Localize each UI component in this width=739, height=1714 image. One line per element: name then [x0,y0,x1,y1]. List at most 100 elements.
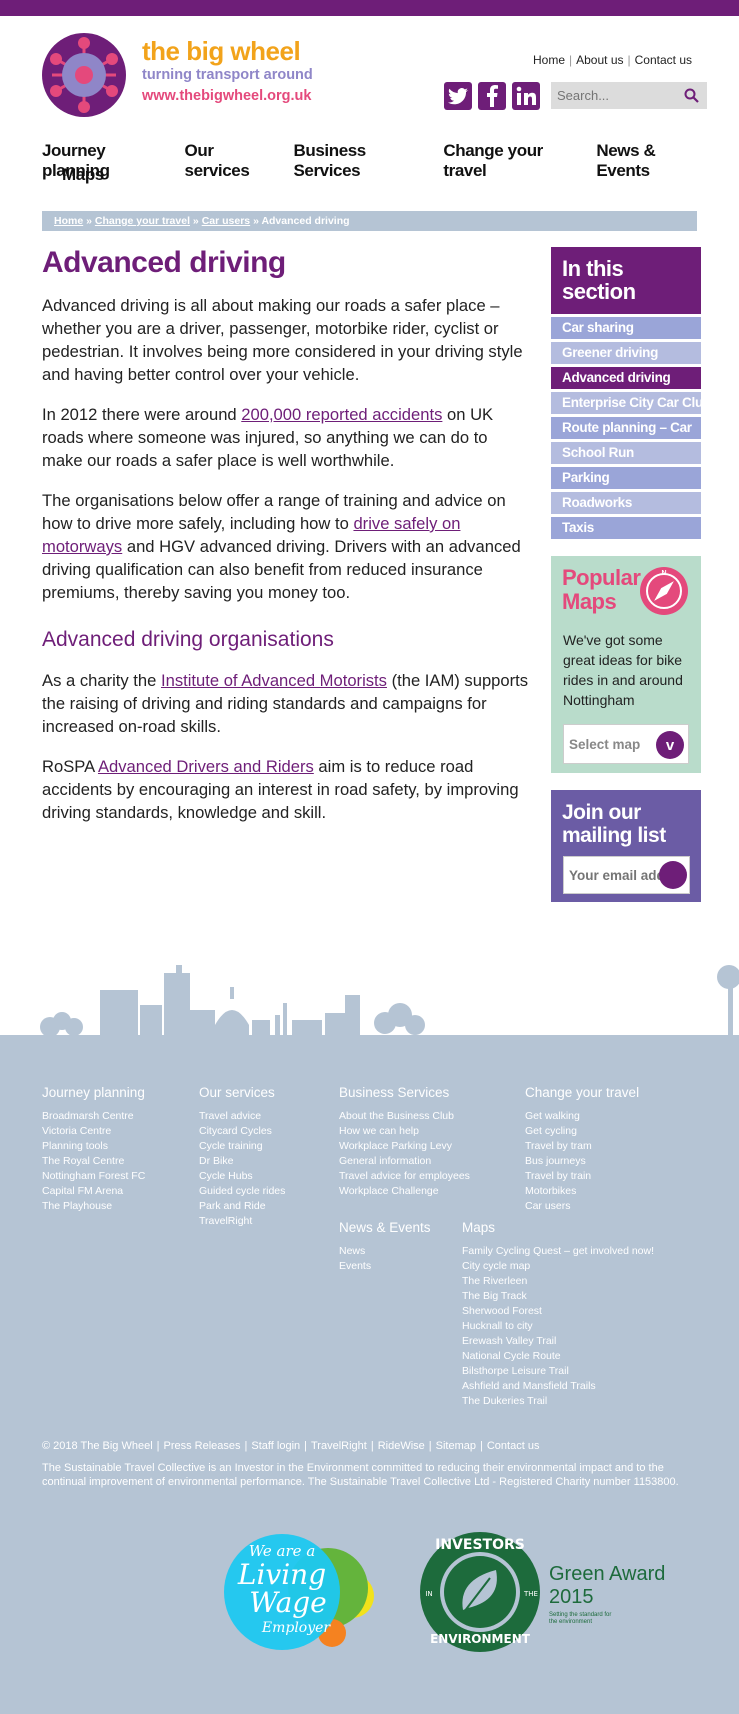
select-map-label: Select map [569,737,641,752]
footer-link[interactable]: About the Business Club [339,1109,470,1124]
iie-bottom-text: ENVIRONMENT [430,1632,531,1646]
footer-link[interactable]: Get walking [525,1109,639,1124]
footer-link[interactable]: Bus journeys [525,1154,639,1169]
section-item-route-planning[interactable]: Route planning – Car [551,417,701,439]
footer-link[interactable]: The Riverleen [462,1274,654,1289]
footer-link[interactable]: Nottingham Forest FC [42,1169,145,1184]
section-item-enterprise-car-club[interactable]: Enterprise City Car Club [551,392,701,414]
footer-link[interactable]: Broadmarsh Centre [42,1109,145,1124]
footer-link[interactable]: Ashfield and Mansfield Trails [462,1379,654,1394]
footer-link[interactable]: Cycle Hubs [199,1169,285,1184]
breadcrumb-home[interactable]: Home [54,215,83,227]
big-wheel-logo[interactable] [42,33,126,117]
separator: | [480,1440,483,1452]
footer-link[interactable]: Motorbikes [525,1184,639,1199]
section-item-taxis[interactable]: Taxis [551,517,701,539]
footer-link[interactable]: Park and Ride [199,1199,285,1214]
breadcrumb-change-your-travel[interactable]: Change your travel [95,215,190,227]
paragraph-text: As a charity the [42,671,161,690]
footer-link-contact[interactable]: Contact us [487,1440,540,1452]
footer-link[interactable]: Workplace Challenge [339,1184,470,1199]
footer-link[interactable]: Travel advice [199,1109,285,1124]
main-nav: Journey planning Our services Business S… [42,141,702,189]
footer-link[interactable]: Family Cycling Quest – get involved now! [462,1244,654,1259]
section-subheading: Advanced driving organisations [42,628,334,651]
footer-link[interactable]: Car users [525,1199,639,1214]
footer-link-ridewise[interactable]: RideWise [378,1440,425,1452]
footer-link[interactable]: How we can help [339,1124,470,1139]
section-item-parking[interactable]: Parking [551,467,701,489]
breadcrumb-separator: » [192,215,199,227]
green-award-subtitle-2: the environment [549,1619,592,1625]
paragraph: Advanced driving is all about making our… [42,294,532,386]
select-map-dropdown[interactable]: Select map v [563,724,689,764]
search-icon[interactable] [679,82,703,109]
footer-link[interactable]: Capital FM Arena [42,1184,145,1199]
footer-link-press-releases[interactable]: Press Releases [164,1440,241,1452]
nav-journey-planning[interactable]: Journey planning [42,141,165,180]
footer-link[interactable]: National Cycle Route [462,1349,654,1364]
footer-link[interactable]: Hucknall to city [462,1319,654,1334]
footer-link[interactable]: The Royal Centre [42,1154,145,1169]
toplink-home[interactable]: Home [533,53,565,67]
toplink-contact[interactable]: Contact us [635,53,692,67]
section-item-advanced-driving[interactable]: Advanced driving [551,367,701,389]
footer-link-staff-login[interactable]: Staff login [251,1440,300,1452]
footer-link[interactable]: Erewash Valley Trail [462,1334,654,1349]
footer-link[interactable]: City cycle map [462,1259,654,1274]
green-award-subtitle-1: Setting the standard for [549,1612,611,1618]
mailing-list-widget: Join our mailing list [551,790,701,902]
search-input[interactable] [551,82,679,109]
submit-button[interactable] [659,861,687,889]
footer-link[interactable]: Travel by train [525,1169,639,1184]
link-iam[interactable]: Institute of Advanced Motorists [161,671,387,690]
footer-link[interactable]: Travel by tram [525,1139,639,1154]
footer-link[interactable]: Events [339,1259,431,1274]
toplink-about[interactable]: About us [576,53,623,67]
footer-link[interactable]: TravelRight [199,1214,285,1229]
footer-link[interactable]: Travel advice for employees [339,1169,470,1184]
main-content: Advanced driving Advanced driving is all… [42,244,532,841]
paragraph: In 2012 there were around 200,000 report… [42,403,532,472]
breadcrumb-car-users[interactable]: Car users [202,215,250,227]
footer-link[interactable]: Sherwood Forest [462,1304,654,1319]
nav-change-your-travel[interactable]: Change your travel [443,141,576,180]
footer-link[interactable]: Planning tools [42,1139,145,1154]
footer-link[interactable]: The Dukeries Trail [462,1394,654,1409]
brand[interactable]: the big wheel turning transport around w… [142,36,313,107]
nav-maps[interactable]: Maps [62,165,104,189]
breadcrumb: Home » Change your travel » Car users » … [42,211,697,231]
facebook-icon[interactable] [478,82,506,110]
footer-link[interactable]: Workplace Parking Levy [339,1139,470,1154]
linkedin-icon[interactable] [512,82,540,110]
footer-link[interactable]: Cycle training [199,1139,285,1154]
section-item-car-sharing[interactable]: Car sharing [551,317,701,339]
link-reported-accidents[interactable]: 200,000 reported accidents [241,405,442,424]
footer-link-sitemap[interactable]: Sitemap [436,1440,476,1452]
nav-business-services[interactable]: Business Services [293,141,423,180]
footer-link[interactable]: The Big Track [462,1289,654,1304]
footer-link[interactable]: The Playhouse [42,1199,145,1214]
footer-link[interactable]: Citycard Cycles [199,1124,285,1139]
footer-link[interactable]: Victoria Centre [42,1124,145,1139]
nav-our-services[interactable]: Our services [185,141,274,180]
section-item-roadworks[interactable]: Roadworks [551,492,701,514]
twitter-icon[interactable] [444,82,472,110]
footer-heading: News & Events [339,1220,431,1235]
brand-tagline: turning transport around [142,67,313,83]
footer-link[interactable]: General information [339,1154,470,1169]
nav-news-events[interactable]: News & Events [596,141,702,180]
section-item-school-run[interactable]: School Run [551,442,701,464]
footer-link[interactable]: News [339,1244,431,1259]
footer-link-travelright[interactable]: TravelRight [311,1440,367,1452]
chevron-down-icon[interactable]: v [656,731,684,759]
footer-link[interactable]: Guided cycle rides [199,1184,285,1199]
link-rospa[interactable]: Advanced Drivers and Riders [98,757,314,776]
section-item-greener-driving[interactable]: Greener driving [551,342,701,364]
footer-link[interactable]: Get cycling [525,1124,639,1139]
investors-in-environment-logo[interactable]: INVESTORS IN THE ENVIRONMENT Green Award… [418,1530,683,1655]
living-wage-logo[interactable]: We are a Living Wage Employer [224,1528,384,1658]
footer-bottom-links: © 2018 The Big Wheel | Press Releases | Staf… [42,1440,682,1452]
footer-link[interactable]: Dr Bike [199,1154,285,1169]
footer-link[interactable]: Bilsthorpe Leisure Trail [462,1364,654,1379]
